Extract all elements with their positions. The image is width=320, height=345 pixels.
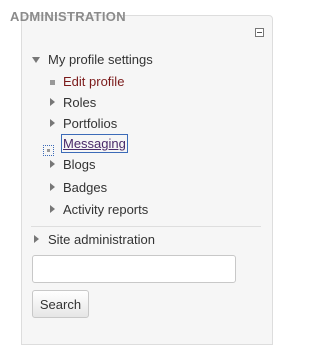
edit-profile-link[interactable]: Edit profile	[63, 74, 124, 89]
tree-item-label: Portfolios	[63, 116, 118, 131]
tree-item-site-administration[interactable]: Site administration	[34, 232, 155, 247]
collapsed-arrow-icon	[50, 98, 55, 106]
tree-item-label: My profile settings	[48, 52, 153, 67]
tree-item-edit-profile[interactable]: Edit profile	[50, 74, 124, 89]
tree-item-badges[interactable]: Badges	[50, 180, 108, 195]
leaf-bullet-icon	[50, 80, 55, 85]
tree-item-label: Roles	[63, 95, 97, 110]
tree-item-label: Activity reports	[63, 202, 149, 217]
collapsed-arrow-icon	[50, 160, 55, 168]
tree-item-label: Blogs	[63, 157, 96, 172]
collapsed-arrow-icon	[50, 205, 55, 213]
tree-item-roles[interactable]: Roles	[50, 95, 97, 110]
search-button[interactable]: Search	[32, 290, 89, 318]
tree-item-label: Site administration	[48, 232, 155, 247]
collapse-block-icon[interactable]	[255, 28, 264, 37]
tree-item-activity-reports[interactable]: Activity reports	[50, 202, 149, 217]
collapsed-arrow-icon	[50, 119, 55, 127]
divider	[31, 226, 261, 227]
focus-bullet-icon	[43, 145, 54, 156]
collapsed-arrow-icon	[50, 183, 55, 191]
tree-item-portfolios[interactable]: Portfolios	[50, 116, 118, 131]
messaging-link[interactable]: Messaging	[61, 134, 128, 153]
collapsed-arrow-icon	[34, 235, 39, 243]
search-input[interactable]	[32, 255, 236, 283]
expanded-arrow-icon	[32, 57, 40, 63]
tree-item-messaging[interactable]: Messaging	[61, 134, 128, 153]
tree-item-blogs[interactable]: Blogs	[50, 157, 96, 172]
block-title: ADMINISTRATION	[10, 9, 126, 24]
tree-item-label: Badges	[63, 180, 108, 195]
tree-item-my-profile-settings[interactable]: My profile settings	[32, 52, 153, 67]
